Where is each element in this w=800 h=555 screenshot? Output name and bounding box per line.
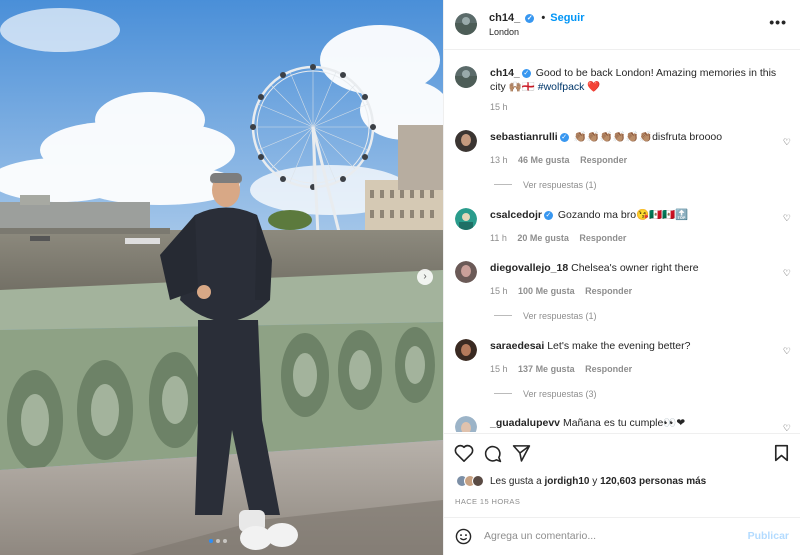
verified-badge-icon: ✓ [559, 133, 569, 142]
comment-text: sebastianrulli ✓ 👏🏽👏🏽👏🏽👏🏽👏🏽👏🏽disfruta bro… [490, 130, 780, 144]
post-location[interactable]: London [489, 27, 519, 37]
replies-line [494, 393, 512, 394]
likes-prefix: Les gusta a [490, 475, 545, 487]
view-replies-label: Ver respuestas (3) [523, 389, 597, 399]
comment-icon[interactable] [483, 444, 502, 463]
post-actions: Les gusta a jordigh10 y 120,603 personas… [444, 433, 800, 517]
carousel-dot [216, 539, 220, 543]
add-comment-bar: Agrega un comentario... Publicar [444, 517, 800, 555]
comment-username[interactable]: diegovallejo_18 [490, 262, 568, 274]
comment-body: Chelsea's owner right there [571, 262, 699, 274]
author-avatar[interactable] [455, 13, 477, 35]
post-timestamp: HACE 15 HORAS [455, 497, 521, 506]
reply-button[interactable]: Responder [585, 286, 632, 296]
comment-body: Mañana es tu cumple👀❤ [562, 417, 686, 429]
comment-time: 13 h [490, 155, 508, 165]
comment-username[interactable]: saraedesai [490, 340, 544, 352]
publish-button[interactable]: Publicar [748, 530, 789, 542]
carousel-next-button[interactable]: › [417, 269, 433, 285]
more-options-icon[interactable]: ••• [769, 14, 787, 30]
post-photo[interactable]: › [0, 0, 443, 555]
comment-body: Gozando ma bro😘🇲🇽🇲🇽🔝 [557, 209, 689, 221]
comment-time: 15 h [490, 364, 508, 374]
save-bookmark-icon[interactable] [774, 444, 789, 462]
author-avatar[interactable] [455, 66, 477, 88]
photo-image [0, 0, 443, 555]
commenter-avatar[interactable] [455, 130, 477, 152]
comment-text: csalcedojr ✓ Gozando ma bro😘🇲🇽🇲🇽🔝 [490, 208, 780, 222]
comment-body: Let's make the evening better? [547, 340, 691, 352]
comment-likes[interactable]: 100 Me gusta [518, 286, 575, 296]
post-sidebar: ch14_ ✓ • Seguir London ••• ch14_ ✓ Good … [443, 0, 800, 555]
reply-button[interactable]: Responder [580, 155, 627, 165]
share-icon[interactable] [512, 444, 531, 462]
comment-input[interactable]: Agrega un comentario... [484, 530, 596, 542]
comment-text: diegovallejo_18 Chelsea's owner right th… [490, 261, 780, 275]
hashtag-link[interactable]: #wolfpack [538, 81, 585, 93]
caption-body: Good to be back London! Amazing memories… [490, 67, 777, 93]
like-comment-icon[interactable]: ♡ [783, 268, 791, 279]
like-comment-icon[interactable]: ♡ [783, 213, 791, 224]
liker-avatar [472, 475, 484, 487]
likes-user-link[interactable]: jordigh10 [544, 476, 589, 487]
post-header: ch14_ ✓ • Seguir London ••• [444, 0, 800, 50]
commenter-avatar[interactable] [455, 208, 477, 230]
comment-meta: 15 h 100 Me gusta Responder [490, 286, 632, 296]
view-replies-button[interactable]: Ver respuestas (3) [494, 389, 597, 399]
commenter-avatar[interactable] [455, 416, 477, 432]
author-username[interactable]: ch14_ [489, 12, 520, 24]
verified-badge-icon: ✓ [525, 14, 535, 23]
comment-meta: 11 h 20 Me gusta Responder [490, 233, 626, 243]
comment-text: _guadalupevv Mañana es tu cumple👀❤ [490, 416, 780, 430]
carousel-dot [223, 539, 227, 543]
comment-body: 👏🏽👏🏽👏🏽👏🏽👏🏽👏🏽disfruta broooo [573, 131, 723, 143]
replies-line [494, 184, 512, 185]
like-comment-icon[interactable]: ♡ [783, 137, 791, 148]
reply-button[interactable]: Responder [585, 364, 632, 374]
view-replies-button[interactable]: Ver respuestas (1) [494, 180, 597, 190]
commenter-avatar[interactable] [455, 339, 477, 361]
caption-time: 15 h [490, 102, 508, 112]
likes-text: Les gusta a jordigh10 y 120,603 personas… [490, 476, 706, 487]
verified-badge-icon: ✓ [521, 69, 531, 78]
comment-username[interactable]: _guadalupevv [490, 417, 560, 429]
carousel-dots [209, 539, 227, 543]
like-comment-icon[interactable]: ♡ [783, 423, 791, 432]
view-replies-label: Ver respuestas (1) [523, 180, 597, 190]
comment-meta: 13 h 46 Me gusta Responder [490, 155, 627, 165]
like-heart-icon[interactable] [454, 444, 474, 462]
separator-dot: • [541, 12, 546, 24]
comment-time: 15 h [490, 286, 508, 296]
comment-likes[interactable]: 137 Me gusta [518, 364, 575, 374]
comment-meta: 15 h 137 Me gusta Responder [490, 364, 632, 374]
comment-likes[interactable]: 46 Me gusta [518, 155, 570, 165]
comment-likes[interactable]: 20 Me gusta [517, 233, 569, 243]
replies-line [494, 315, 512, 316]
likes-middle: y [589, 475, 601, 487]
view-replies-label: Ver respuestas (1) [523, 311, 597, 321]
caption-username[interactable]: ch14_ [490, 67, 520, 79]
emoji-icon[interactable] [455, 528, 472, 545]
verified-badge-icon: ✓ [543, 211, 553, 220]
commenter-avatar[interactable] [455, 261, 477, 283]
comments-list[interactable]: ch14_ ✓ Good to be back London! Amazing m… [444, 51, 800, 432]
reply-button[interactable]: Responder [579, 233, 626, 243]
comment-username[interactable]: sebastianrulli [490, 131, 558, 143]
view-replies-button[interactable]: Ver respuestas (1) [494, 311, 597, 321]
heart-emoji: ❤️ [587, 81, 601, 93]
comment-username[interactable]: csalcedojr [490, 209, 542, 221]
likes-summary: Les gusta a jordigh10 y 120,603 personas… [456, 475, 706, 487]
follow-button[interactable]: Seguir [550, 12, 584, 24]
like-comment-icon[interactable]: ♡ [783, 346, 791, 357]
caption-text: ch14_ ✓ Good to be back London! Amazing m… [490, 66, 780, 94]
likes-count-link[interactable]: 120,603 personas más [600, 476, 706, 487]
comment-text: saraedesai Let's make the evening better… [490, 339, 780, 353]
comment-time: 11 h [490, 233, 507, 243]
carousel-dot-active [209, 539, 213, 543]
